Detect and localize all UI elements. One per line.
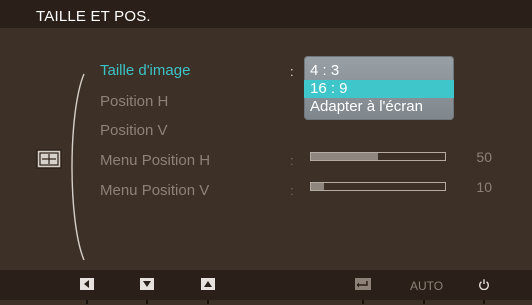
size-position-icon: [36, 149, 62, 169]
button-tick-mark: [146, 300, 148, 304]
page-title: TAILLE ET POS.: [36, 8, 151, 25]
enter-icon[interactable]: [355, 278, 371, 290]
separator-colon: :: [290, 64, 294, 79]
menu-item-position-v[interactable]: Position V: [100, 122, 168, 139]
image-size-dropdown[interactable]: 4 : 3 16 : 9 Adapter à l'écran: [304, 56, 454, 120]
slider-fill: [311, 183, 325, 190]
auto-button[interactable]: AUTO: [410, 279, 443, 293]
menu-position-h-value: 50: [476, 149, 492, 165]
menu-bracket-decoration: [71, 73, 85, 261]
button-tick-mark: [362, 300, 364, 304]
separator-colon: :: [290, 153, 294, 168]
slider-fill: [311, 153, 378, 160]
option-4-3[interactable]: 4 : 3: [304, 62, 454, 80]
left-arrow-icon[interactable]: [80, 278, 94, 290]
button-tick-mark: [483, 300, 485, 304]
button-tick-mark: [423, 300, 425, 304]
menu-item-menu-position-h[interactable]: Menu Position H: [100, 152, 210, 169]
menu-position-h-slider[interactable]: [310, 152, 446, 161]
title-bar: TAILLE ET POS.: [0, 0, 532, 28]
menu-item-position-h[interactable]: Position H: [100, 93, 168, 110]
power-icon[interactable]: [477, 278, 491, 290]
osd-screen: TAILLE ET POS. Taille d'image Position H…: [0, 0, 532, 305]
separator-colon: :: [290, 183, 294, 198]
menu-item-menu-position-v[interactable]: Menu Position V: [100, 182, 209, 199]
option-adapter-ecran[interactable]: Adapter à l'écran: [304, 98, 454, 116]
button-tick-mark: [86, 300, 88, 304]
menu-position-v-slider[interactable]: [310, 182, 446, 191]
option-16-9[interactable]: 16 : 9: [304, 80, 454, 98]
up-arrow-icon[interactable]: [201, 278, 215, 290]
down-arrow-icon[interactable]: [140, 278, 154, 290]
button-tick-mark: [207, 300, 209, 304]
menu-position-v-value: 10: [476, 179, 492, 195]
menu-item-taille-image[interactable]: Taille d'image: [100, 62, 190, 79]
